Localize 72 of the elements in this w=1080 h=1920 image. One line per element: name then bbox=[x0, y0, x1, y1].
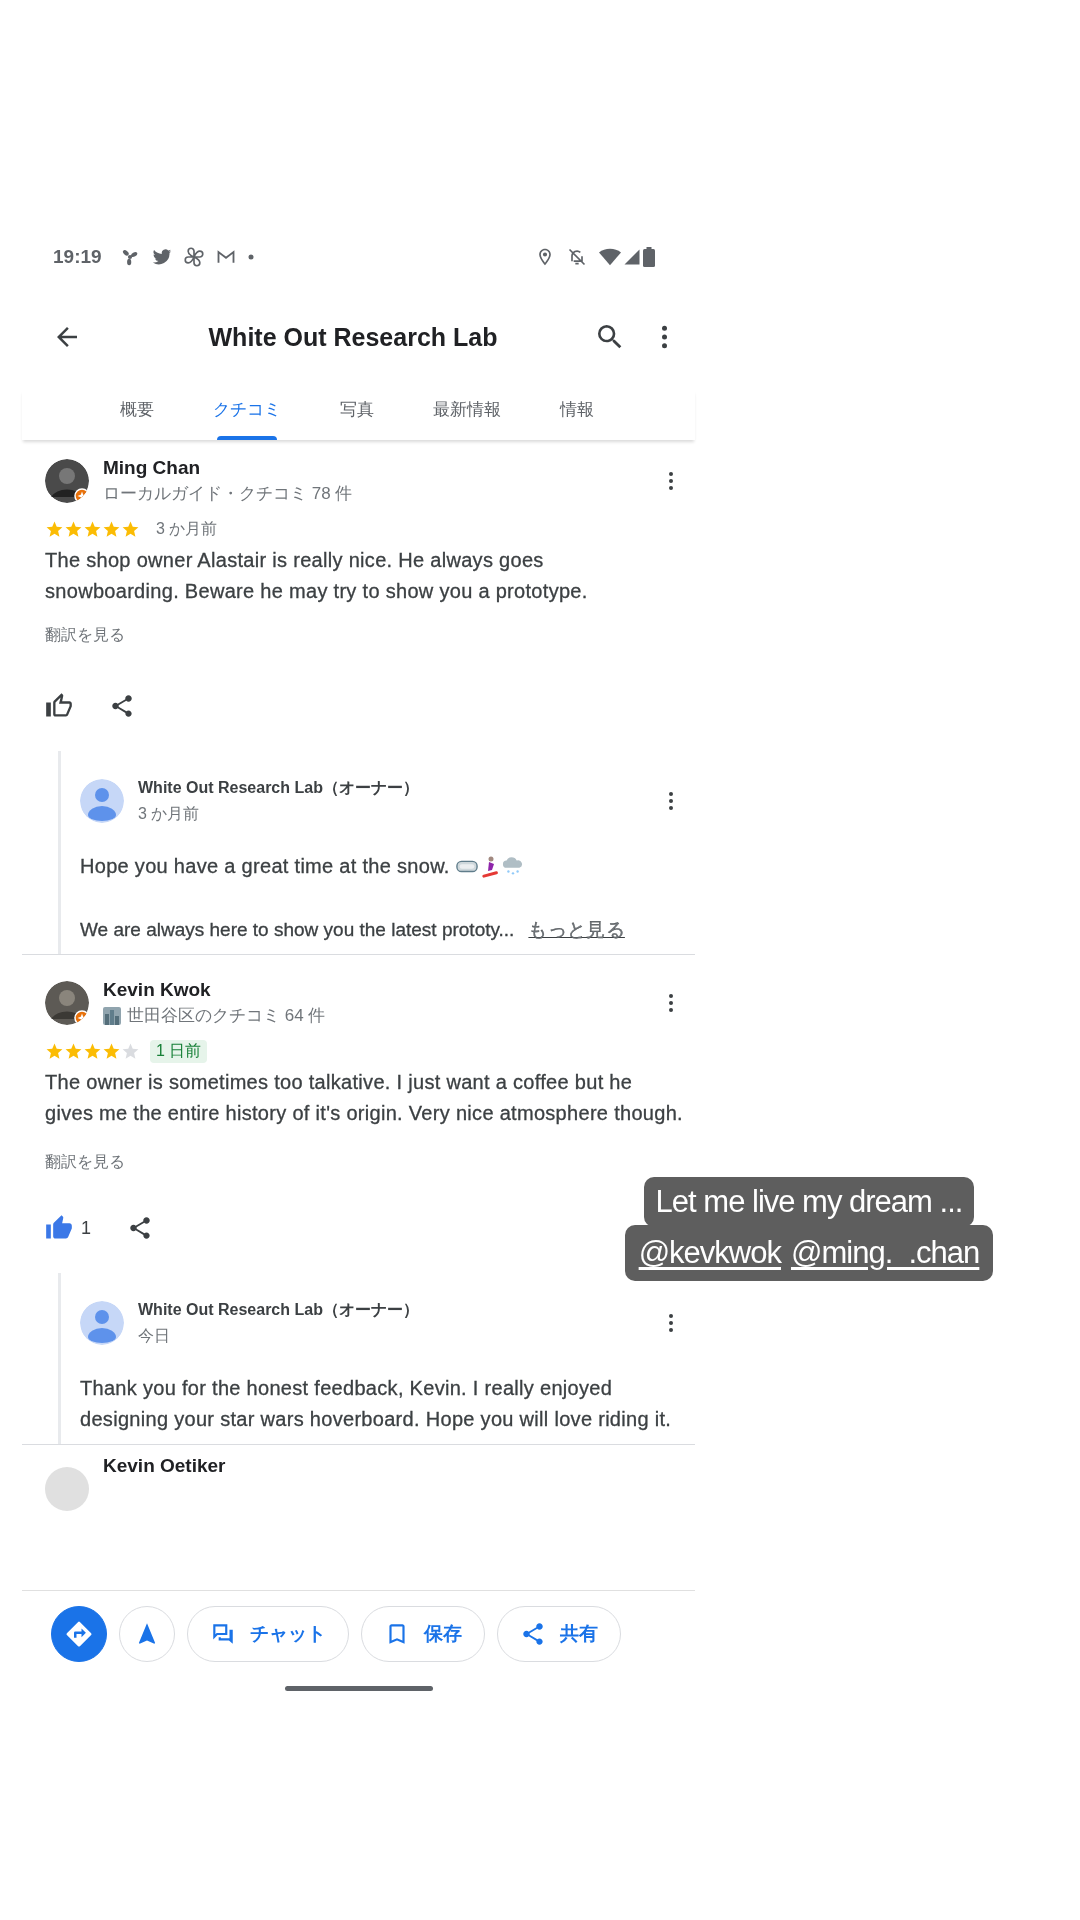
star-icon bbox=[83, 1041, 102, 1061]
avatar[interactable] bbox=[45, 459, 89, 503]
more-icon bbox=[669, 791, 673, 811]
star-icon bbox=[102, 519, 121, 539]
owner-name: White Out Research Lab（オーナー） bbox=[138, 1300, 420, 1320]
review-text: The shop owner Alastair is really nice. He always goes snowboarding. Beware he may try to show you a prototype. bbox=[45, 548, 589, 604]
star-icon bbox=[121, 1041, 140, 1061]
more-icon bbox=[669, 993, 673, 1013]
chat-icon bbox=[210, 1621, 236, 1647]
more-icon bbox=[669, 471, 673, 491]
review-date: 1 日前 bbox=[150, 1039, 208, 1063]
translate-link[interactable]: 翻訳を見る bbox=[45, 623, 125, 647]
share-button[interactable]: 共有 bbox=[497, 1606, 621, 1662]
place-title: White Out Research Lab bbox=[207, 322, 499, 352]
tab[interactable]: 情報 bbox=[522, 390, 632, 440]
save-button[interactable]: 保存 bbox=[361, 1606, 485, 1662]
share-button[interactable] bbox=[109, 693, 135, 719]
reviewer-info: 世田谷区のクチコミ 64 件 bbox=[127, 1005, 326, 1027]
tab[interactable]: クチコミ bbox=[192, 390, 302, 440]
share-icon bbox=[520, 1621, 546, 1647]
reply-text: Thank you for the honest feedback, Kevin. I really enjoyed designing your star wars hoverboard. Hope you will love riding it. bbox=[80, 1376, 673, 1432]
star-icon bbox=[121, 519, 140, 539]
star-icon bbox=[83, 519, 102, 539]
city-icon bbox=[103, 1007, 121, 1025]
tab[interactable]: 概要 bbox=[82, 390, 192, 440]
start-button[interactable] bbox=[119, 1606, 175, 1662]
like-button[interactable]: 1 bbox=[45, 1214, 91, 1242]
bird-icon bbox=[151, 247, 172, 267]
mention-link[interactable]: @ming._.chan bbox=[791, 1225, 980, 1281]
translate-link[interactable]: 翻訳を見る bbox=[45, 1150, 125, 1174]
directions-button[interactable] bbox=[51, 1606, 107, 1662]
wifi-icon bbox=[599, 247, 621, 267]
tab[interactable]: 最新情報 bbox=[412, 390, 522, 440]
reviewer-name[interactable]: Kevin Kwok bbox=[103, 977, 651, 1003]
reply-date: 3 か月前 bbox=[138, 804, 201, 824]
more-icon bbox=[662, 325, 667, 349]
share-button[interactable] bbox=[127, 1215, 153, 1241]
owner-name: White Out Research Lab（オーナー） bbox=[138, 778, 420, 798]
bell-off-icon bbox=[567, 247, 587, 267]
battery-icon bbox=[643, 247, 655, 267]
star-icon bbox=[64, 519, 83, 539]
review-date: 3 か月前 bbox=[155, 518, 219, 539]
like-button[interactable] bbox=[45, 692, 73, 720]
reply-date: 今日 bbox=[138, 1326, 171, 1346]
more-icon bbox=[669, 1313, 673, 1333]
tab[interactable]: 写真 bbox=[302, 390, 412, 440]
reviewer-name[interactable]: Kevin Oetiker bbox=[103, 1453, 226, 1511]
caption-text: Let me live my dream ... bbox=[643, 1177, 975, 1227]
signal-icon bbox=[623, 248, 641, 266]
share-icon bbox=[109, 693, 135, 719]
review-text: The owner is sometimes too talkative. I just want a coffee but he gives me the entire history of it's origin. Very nice atmosphere though. bbox=[45, 1070, 683, 1126]
status-time: 19:19 bbox=[53, 246, 102, 268]
more-link[interactable]: もっと見る bbox=[528, 914, 625, 945]
share-icon bbox=[127, 1215, 153, 1241]
star-icon bbox=[45, 519, 64, 539]
pinwheel-icon bbox=[183, 247, 204, 267]
reply-text: Hope you have a great time at the snow. bbox=[80, 854, 450, 879]
reply-text: We are always here to show you the latest prototy... bbox=[80, 918, 515, 942]
owner-avatar-icon bbox=[80, 1301, 124, 1345]
reviewer-name[interactable]: Ming Chan bbox=[103, 455, 651, 481]
star-icon bbox=[64, 1041, 83, 1061]
star-icon bbox=[45, 1041, 64, 1061]
chat-button[interactable]: チャット bbox=[187, 1606, 349, 1662]
star-icon bbox=[102, 1041, 121, 1061]
reviewer-info: ローカルガイド・クチコミ 78 件 bbox=[103, 483, 353, 505]
snow-cloud-icon bbox=[501, 855, 524, 876]
dot-icon bbox=[247, 254, 254, 260]
avatar[interactable] bbox=[45, 981, 89, 1025]
mention-link[interactable]: @kevkwok bbox=[638, 1225, 781, 1281]
directions-icon bbox=[64, 1619, 94, 1649]
snowboarder-icon bbox=[479, 855, 500, 878]
owner-avatar-icon bbox=[80, 779, 124, 823]
